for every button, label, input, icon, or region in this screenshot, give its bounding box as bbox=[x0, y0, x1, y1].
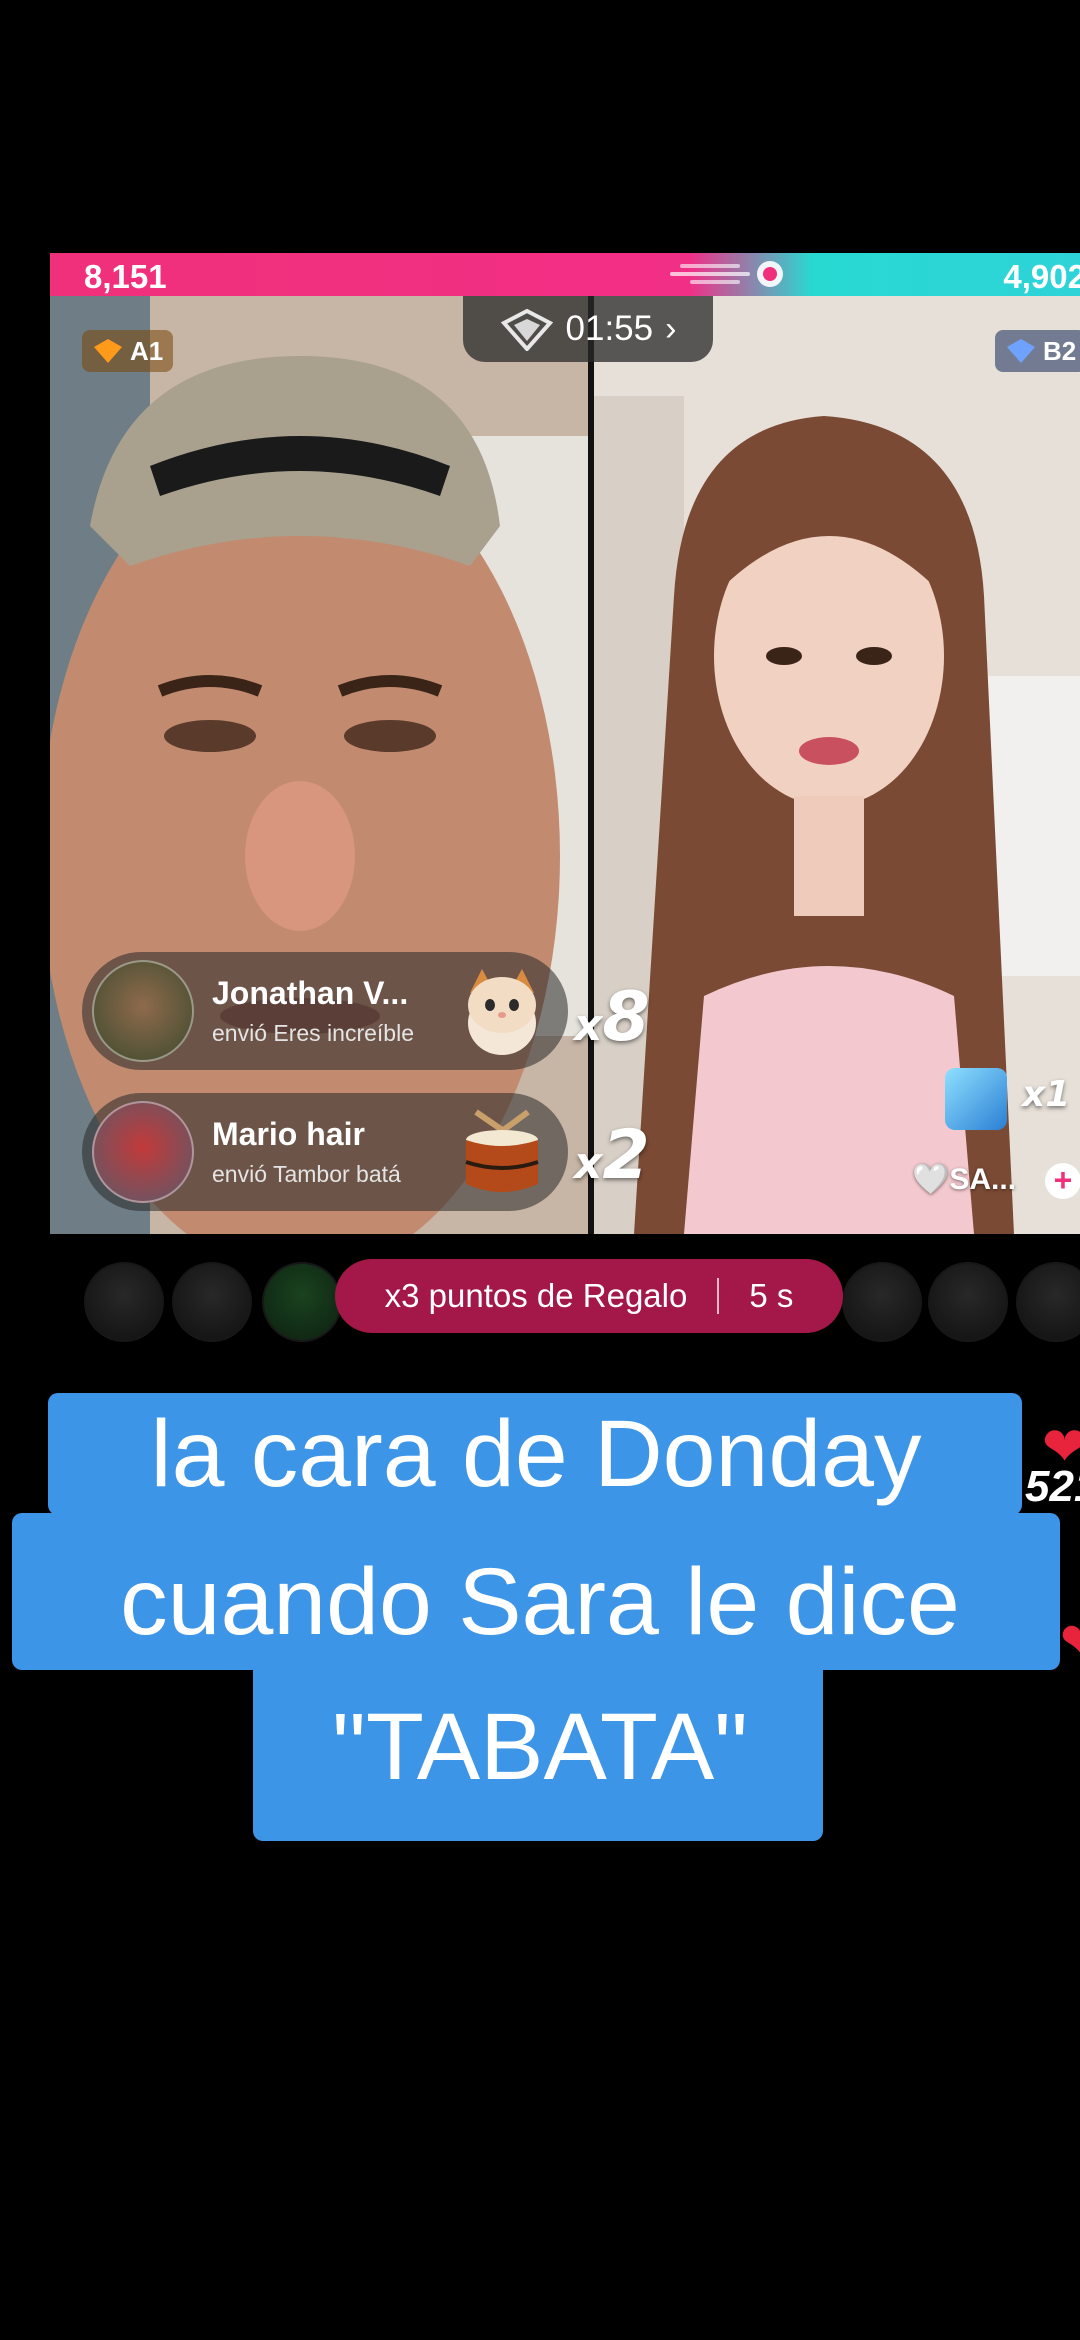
follow-plus-button[interactable]: + bbox=[1045, 1163, 1080, 1199]
timer-text: 01:55 bbox=[565, 309, 654, 348]
cat-gift-icon bbox=[468, 969, 536, 1055]
gift-notification[interactable]: Jonathan V... envió Eres increíble bbox=[82, 952, 568, 1070]
bonus-separator bbox=[717, 1278, 720, 1314]
viewer-avatar[interactable] bbox=[842, 1262, 922, 1342]
viewer-avatar[interactable] bbox=[928, 1262, 1008, 1342]
bonus-text: x3 puntos de Regalo bbox=[384, 1277, 688, 1314]
right-host-video[interactable] bbox=[594, 296, 1080, 1234]
gift-description: envió Tambor batá bbox=[212, 1161, 401, 1187]
caption-line-3: "TABATA" bbox=[332, 1694, 748, 1800]
gift-bonus-pill: x3 puntos de Regalo 5 s bbox=[335, 1259, 843, 1333]
viewer-avatar[interactable] bbox=[1016, 1262, 1080, 1342]
gift-multiplier: x2 bbox=[574, 1116, 650, 1195]
supporter-label[interactable]: 🤍SA... bbox=[912, 1162, 1016, 1197]
right-host-illustration bbox=[594, 296, 1080, 1234]
blue-diamond-icon bbox=[1007, 339, 1035, 363]
avatar[interactable] bbox=[92, 1101, 194, 1203]
team-a-label: A1 bbox=[130, 335, 164, 366]
gift-sender-name: Jonathan V... bbox=[212, 975, 409, 1011]
gift-sender-name: Mario hair bbox=[212, 1116, 365, 1152]
drum-gift-icon bbox=[465, 1109, 539, 1192]
viewer-avatar[interactable] bbox=[262, 1262, 342, 1342]
team-a-badge: A1 bbox=[82, 330, 174, 372]
left-score: 8,151 bbox=[84, 258, 167, 295]
multiplier-number: 8 bbox=[602, 978, 650, 1057]
team-b-badge: B2 bbox=[995, 330, 1080, 372]
chevron-right-icon: › bbox=[665, 309, 677, 348]
orange-diamond-icon bbox=[94, 339, 122, 363]
diamond-icon bbox=[500, 308, 553, 351]
multiplier-x: x bbox=[574, 1138, 603, 1189]
gift-notification[interactable]: Mario hair envió Tambor batá bbox=[82, 1093, 568, 1211]
battle-score-bar: 8,151 4,902 bbox=[50, 253, 1080, 296]
multiplier-number: 2 bbox=[602, 1116, 650, 1195]
caption-line-2: cuando Sara le dice bbox=[120, 1549, 960, 1655]
bonus-countdown: 5 s bbox=[749, 1277, 794, 1314]
team-b-label: B2 bbox=[1043, 335, 1077, 366]
viewer-avatar[interactable] bbox=[172, 1262, 252, 1342]
score-spark-icon bbox=[670, 261, 783, 287]
avatar[interactable] bbox=[92, 960, 194, 1062]
dolphin-gift-icon bbox=[945, 1068, 1007, 1130]
gift-description: envió Eres increíble bbox=[212, 1020, 414, 1046]
gift-multiplier: x8 bbox=[574, 978, 650, 1057]
right-score: 4,902 bbox=[1003, 258, 1080, 295]
battle-timer[interactable]: 01:55 › bbox=[463, 296, 713, 362]
multiplier-x: x bbox=[574, 1000, 603, 1051]
viewer-avatar[interactable] bbox=[84, 1262, 164, 1342]
right-gift-multiplier: x1 bbox=[1022, 1074, 1071, 1115]
caption-line-1: la cara de Donday bbox=[150, 1401, 922, 1507]
